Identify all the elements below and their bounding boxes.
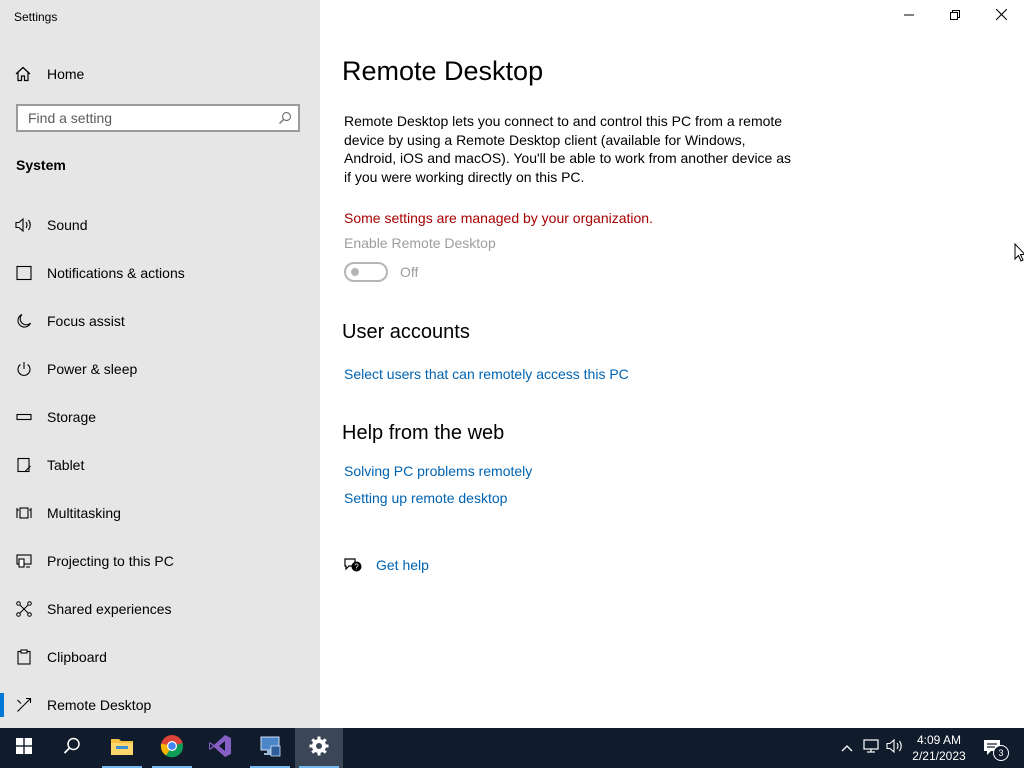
settings-gear-icon [309,736,329,761]
chat-help-icon: ? [344,556,362,574]
svg-text:?: ? [354,563,359,572]
app-title: Settings [14,10,58,24]
remote-desktop-icon [15,696,33,714]
minimize-button[interactable] [886,0,932,32]
clock-time: 4:09 AM [916,733,962,747]
network-icon [863,738,879,758]
clipboard-icon [15,648,33,666]
get-help-link[interactable]: ? Get help [344,556,429,574]
action-center-button[interactable]: 3 [980,728,1009,768]
close-button[interactable] [978,0,1024,32]
power-icon [15,360,33,378]
description-text: Remote Desktop lets you connect to and c… [344,113,792,185]
sidebar-item-notifications[interactable]: Notifications & actions [0,249,320,297]
sidebar-nav: Sound Notifications & actions Focus assi… [0,201,320,729]
sidebar-item-shared-experiences[interactable]: Shared experiences [0,585,320,633]
sidebar-item-power-sleep[interactable]: Power & sleep [0,345,320,393]
file-explorer-button[interactable] [98,728,146,768]
taskbar-search-button[interactable] [48,728,96,768]
restore-icon [950,7,960,25]
notification-icon [15,264,33,282]
show-hidden-icons-button[interactable] [836,728,858,768]
sidebar-item-label: Power & sleep [47,361,138,377]
storage-icon [15,408,33,426]
home-label: Home [47,66,85,82]
sidebar-item-tablet[interactable]: Tablet [0,441,320,489]
select-users-link[interactable]: Select users that can remotely access th… [344,366,629,382]
search-input[interactable] [28,110,268,126]
volume-button[interactable] [884,728,906,768]
sidebar-item-label: Storage [47,409,97,425]
notification-count-badge: 3 [993,745,1009,761]
sidebar-item-label: Remote Desktop [47,697,152,713]
user-accounts-heading: User accounts [342,321,470,343]
sidebar-item-remote-desktop[interactable]: Remote Desktop [0,681,320,729]
help-from-web-heading: Help from the web [342,422,505,444]
network-button[interactable] [860,728,882,768]
chevron-up-icon [841,739,853,757]
toggle-state-text: Off [400,264,419,280]
close-icon [995,7,1007,25]
tablet-icon [15,456,33,474]
toggle-knob [351,268,359,276]
enable-remote-desktop-toggle[interactable] [344,262,388,282]
sidebar-item-sound[interactable]: Sound [0,201,320,249]
sidebar-item-label: Projecting to this PC [47,553,174,569]
server-manager-icon [258,734,282,763]
sidebar-item-label: Focus assist [47,313,125,329]
taskbar-clock[interactable]: 4:09 AM 2/21/2023 [904,728,974,768]
settings-sidebar: Settings Home System Sound Notifications… [0,0,320,728]
volume-icon [886,738,904,758]
minimize-icon [904,7,914,25]
mouse-cursor-icon [1014,242,1024,268]
search-icon[interactable] [278,111,292,130]
sidebar-item-storage[interactable]: Storage [0,393,320,441]
managed-warning: Some settings are managed by your organi… [344,210,653,226]
setting-up-remote-desktop-link[interactable]: Setting up remote desktop [344,490,507,506]
search-icon [63,737,81,760]
search-box[interactable] [16,104,300,132]
chrome-button[interactable] [148,728,196,768]
sidebar-item-label: Clipboard [47,649,107,665]
restore-button[interactable] [932,0,978,32]
sidebar-item-label: Notifications & actions [47,265,185,281]
visual-studio-button[interactable] [196,728,244,768]
sidebar-item-label: Multitasking [47,505,121,521]
section-label-system: System [16,157,66,173]
multitasking-icon [15,504,33,522]
action-center-icon: 3 [983,738,1009,761]
taskbar: 4:09 AM 2/21/2023 3 [0,728,1024,768]
get-help-label: Get help [376,557,429,573]
moon-icon [15,312,33,330]
sidebar-item-focus-assist[interactable]: Focus assist [0,297,320,345]
page-title: Remote Desktop [342,56,544,86]
sidebar-item-projecting[interactable]: Projecting to this PC [0,537,320,585]
speaker-icon [15,216,33,234]
sidebar-item-multitasking[interactable]: Multitasking [0,489,320,537]
sidebar-item-label: Sound [47,217,88,233]
sidebar-item-label: Tablet [47,457,85,473]
clock-date: 2/21/2023 [912,749,966,763]
start-icon [16,737,32,759]
start-button[interactable] [0,728,48,768]
file-explorer-icon [110,736,134,761]
home-icon [14,65,32,83]
home-nav-item[interactable]: Home [14,62,84,86]
sidebar-item-label: Shared experiences [47,601,172,617]
server-manager-button[interactable] [246,728,294,768]
shared-experiences-icon [15,600,33,618]
sidebar-item-clipboard[interactable]: Clipboard [0,633,320,681]
settings-taskbar-button[interactable] [295,728,343,768]
chrome-icon [160,734,184,763]
solving-pc-problems-link[interactable]: Solving PC problems remotely [344,463,532,479]
visual-studio-icon [208,734,232,763]
enable-remote-desktop-label: Enable Remote Desktop [344,235,496,251]
projecting-icon [15,552,33,570]
